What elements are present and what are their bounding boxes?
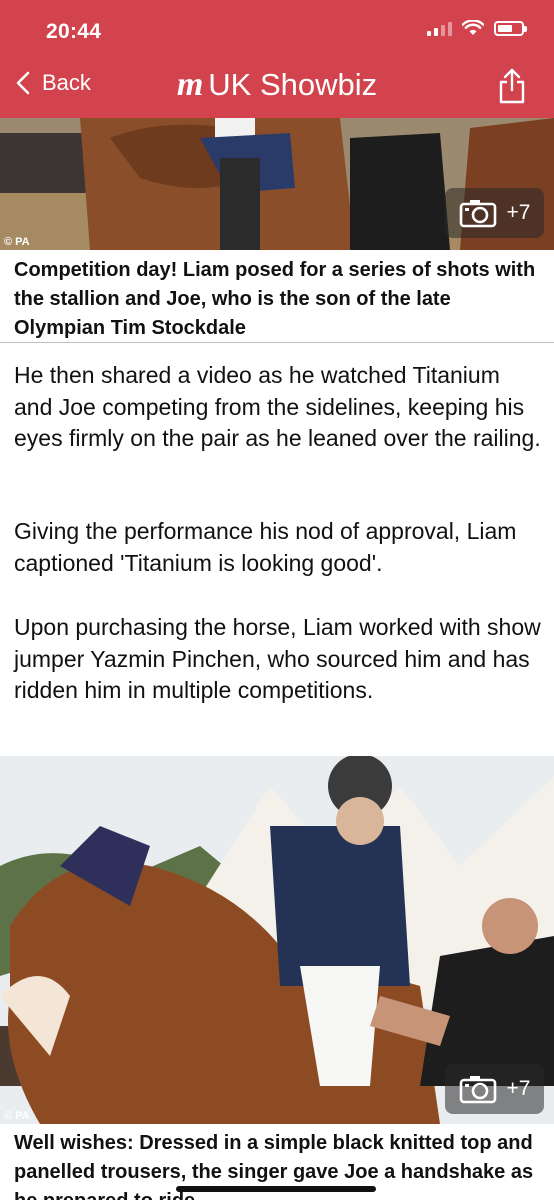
caption-divider [0,342,554,343]
home-indicator[interactable] [176,1186,376,1192]
photo-caption: Competition day! Liam posed for a series… [14,259,536,339]
article-paragraph: He then shared a video as he watched Tit… [14,362,541,451]
wifi-icon [462,20,484,35]
article-photo-1[interactable]: +7 © PA [0,118,554,250]
camera-icon [459,200,496,228]
status-time: 20:44 [46,20,102,43]
brand-logo: m [176,66,204,103]
signal-icon [427,20,452,36]
gallery-button[interactable]: +7 [445,1064,544,1114]
page-title: m UK Showbiz [0,66,554,104]
share-icon [499,68,525,104]
camera-icon [459,1076,496,1104]
battery-icon [494,20,527,36]
photo-credit: © PA [4,1110,30,1122]
photo-credit: © PA [4,236,30,248]
gallery-count: +7 [506,1077,531,1100]
gallery-count: +7 [506,201,531,224]
status-icons [427,20,527,36]
gallery-button[interactable]: +7 [445,188,544,238]
share-button[interactable] [498,68,526,109]
app-header: 20:44 Back m UK Showbiz [0,0,554,118]
section-title: UK Showbiz [208,67,378,102]
article-paragraph: Giving the performance his nod of approv… [14,518,517,576]
article-photo-2[interactable]: +7 © PA [0,756,554,1124]
article-paragraph: Upon purchasing the horse, Liam worked w… [14,614,541,703]
